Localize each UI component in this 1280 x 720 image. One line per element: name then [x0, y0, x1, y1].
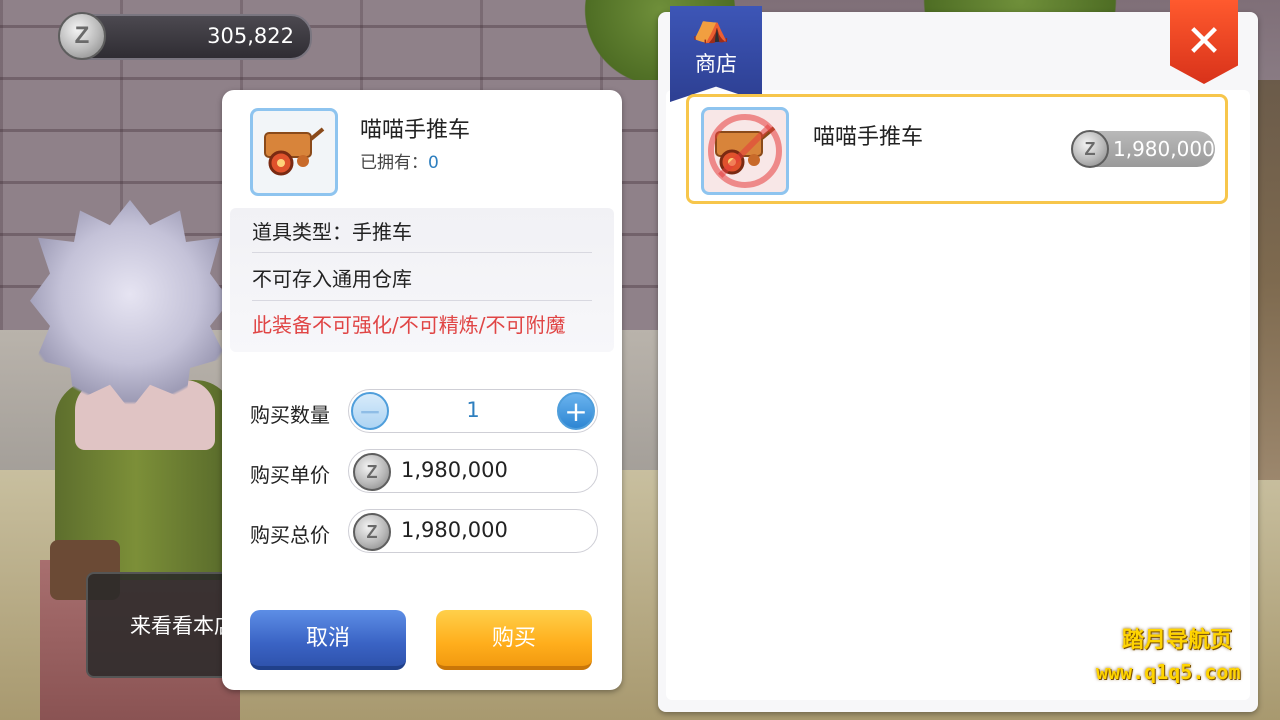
item-thumbnail [701, 107, 789, 195]
total-price-label: 购买总价 [250, 523, 330, 547]
close-icon: ✕ [1185, 16, 1223, 67]
purchase-dialog: 喵喵手推车 已拥有：0 道具类型：手推车 不可存入通用仓库 此装备不可强化/不可… [222, 90, 622, 690]
shop-stall-icon: ⛺ [692, 10, 730, 45]
owned-count: 已拥有：0 [360, 148, 439, 173]
shop-item-name: 喵喵手推车 [813, 125, 924, 150]
unavailable-icon [708, 114, 782, 188]
chat-text: 来看看本店 [130, 614, 235, 638]
divider [252, 252, 592, 253]
storage-line: 不可存入通用仓库 [252, 267, 412, 291]
close-button[interactable]: ✕ [1170, 0, 1238, 84]
item-type-line: 道具类型：手推车 [252, 220, 412, 244]
owned-label: 已拥有： [360, 153, 428, 173]
increase-quantity-button[interactable]: + [557, 392, 595, 430]
item-info-panel[interactable]: 道具类型：手推车 不可存入通用仓库 此装备不可强化/不可精炼/不可附魔 [230, 208, 614, 352]
quantity-label: 购买数量 [250, 403, 330, 427]
cancel-button[interactable]: 取消 [250, 610, 406, 670]
shop-item-price: Z 1,980,000 [1071, 130, 1215, 168]
shop-panel: ⛺ 商店 ✕ 喵喵手推车 Z 1,980,000 [658, 0, 1258, 712]
total-price-field: Z 1,980,000 [348, 509, 598, 553]
shop-banner: ⛺ 商店 [670, 6, 762, 102]
item-name: 喵喵手推车 [360, 118, 471, 143]
restriction-line: 此装备不可强化/不可精炼/不可附魔 [252, 313, 566, 337]
watermark-title: 踏月导航页 [1122, 628, 1233, 653]
currency-value: 305,822 [207, 24, 294, 48]
cart-icon [264, 127, 325, 176]
shop-list-item[interactable]: 喵喵手推车 Z 1,980,000 [686, 94, 1228, 204]
z-coin-icon: Z [1071, 130, 1109, 168]
unit-price-value: 1,980,000 [401, 458, 508, 482]
currency-display: Z 305,822 [58, 12, 312, 60]
z-coin-icon: Z [58, 12, 106, 60]
z-coin-icon: Z [353, 513, 391, 551]
shop-item-price-value: 1,980,000 [1113, 137, 1215, 161]
divider [252, 300, 592, 301]
owned-count-value: 0 [428, 153, 439, 173]
buy-button[interactable]: 购买 [436, 610, 592, 670]
quantity-stepper: − 1 + [348, 389, 598, 433]
unit-price-label: 购买单价 [250, 463, 330, 487]
watermark-url: www.q1q5.com [1096, 660, 1241, 684]
item-thumbnail [250, 108, 338, 196]
shop-title: 商店 [695, 52, 737, 76]
total-price-value: 1,980,000 [401, 518, 508, 542]
z-coin-icon: Z [353, 453, 391, 491]
unit-price-field: Z 1,980,000 [348, 449, 598, 493]
